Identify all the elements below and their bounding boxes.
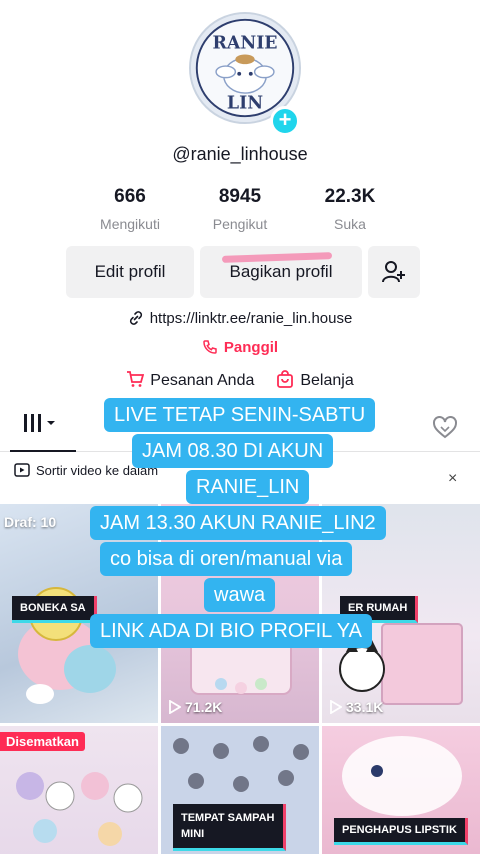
- view-count: 71.2K: [169, 699, 222, 715]
- add-person-icon: [382, 261, 405, 283]
- profile-stats: 666 Mengikuti 8945 Pengikut 22.3K Suka: [80, 186, 400, 232]
- orders-link[interactable]: Pesanan Anda: [126, 370, 254, 390]
- close-banner-button[interactable]: ×: [448, 470, 457, 488]
- phone-icon: [203, 340, 217, 354]
- overlay-line-2: JAM 08.30 DI AKUN: [132, 434, 334, 468]
- stat-following-value: 666: [114, 186, 146, 207]
- edit-profile-button[interactable]: Edit profil: [66, 246, 194, 298]
- video-title: TEMPAT SAMPAH MINI: [173, 804, 286, 851]
- stat-following-label: Mengikuti: [100, 216, 160, 232]
- video-tile-5[interactable]: TEMPAT SAMPAH MINI: [161, 726, 319, 854]
- draft-badge: Draf: 10: [4, 514, 57, 530]
- stat-likes[interactable]: 22.3K Suka: [300, 186, 400, 232]
- tab-videos[interactable]: [24, 414, 58, 439]
- svg-text:RANIE: RANIE: [212, 34, 277, 54]
- call-button[interactable]: Panggil: [0, 339, 480, 356]
- video-title: BONEKA SA: [12, 596, 97, 623]
- shop-link[interactable]: Belanja: [276, 370, 354, 390]
- orders-label: Pesanan Anda: [150, 372, 255, 389]
- overlay-line-1: LIVE TETAP SENIN-SABTU: [104, 398, 376, 432]
- video-tile-6[interactable]: PENGHAPUS LIPSTIK: [322, 726, 480, 854]
- overlay-line-5: co bisa di oren/manual via: [100, 542, 353, 576]
- overlay-line-7: LINK ADA DI BIO PROFIL YA: [90, 614, 372, 648]
- profile-username: @ranie_linhouse: [172, 144, 308, 164]
- share-profile-button[interactable]: Bagikan profil: [200, 246, 362, 298]
- shop-row: Pesanan Anda Belanja: [0, 370, 480, 390]
- add-friend-button[interactable]: [368, 246, 420, 298]
- link-icon: [129, 311, 142, 325]
- playlist-icon: [14, 463, 30, 477]
- stat-followers-value: 8945: [218, 186, 262, 207]
- play-icon: [330, 700, 342, 714]
- stat-following[interactable]: 666 Mengikuti: [80, 186, 180, 232]
- share-profile-label: Bagikan profil: [229, 262, 333, 281]
- cart-icon: [127, 371, 145, 387]
- play-icon: [169, 700, 181, 714]
- shopping-bag-icon: [277, 370, 294, 388]
- stat-followers[interactable]: 8945 Pengikut: [190, 186, 290, 232]
- shop-label: Belanja: [300, 372, 354, 389]
- bio-link[interactable]: https://linktr.ee/ranie_lin.house: [0, 310, 480, 327]
- pinned-badge: Disematkan: [0, 732, 85, 751]
- video-tile-4[interactable]: Disematkan: [0, 726, 158, 854]
- tab-liked[interactable]: [432, 416, 458, 445]
- call-label: Panggil: [223, 339, 279, 356]
- liked-heart-icon: [433, 416, 457, 439]
- view-count: 33.1K: [330, 699, 383, 715]
- overlay-line-3: RANIE_LIN: [186, 470, 310, 504]
- stat-likes-value: 22.3K: [324, 186, 376, 207]
- view-count-value: 33.1K: [346, 699, 384, 715]
- active-tab-indicator: [10, 450, 76, 452]
- bio-link-text: https://linktr.ee/ranie_lin.house: [149, 310, 353, 327]
- stat-likes-label: Suka: [334, 216, 366, 232]
- add-story-plus-icon[interactable]: +: [270, 106, 300, 136]
- grid-icon: [24, 414, 55, 432]
- svg-text:LIN: LIN: [227, 94, 263, 114]
- stat-followers-label: Pengikut: [212, 216, 268, 232]
- video-title: PENGHAPUS LIPSTIK: [334, 818, 468, 845]
- view-count-value: 71.2K: [185, 699, 223, 715]
- overlay-line-4: JAM 13.30 AKUN RANIE_LIN2: [90, 506, 386, 540]
- overlay-line-6: wawa: [204, 578, 276, 612]
